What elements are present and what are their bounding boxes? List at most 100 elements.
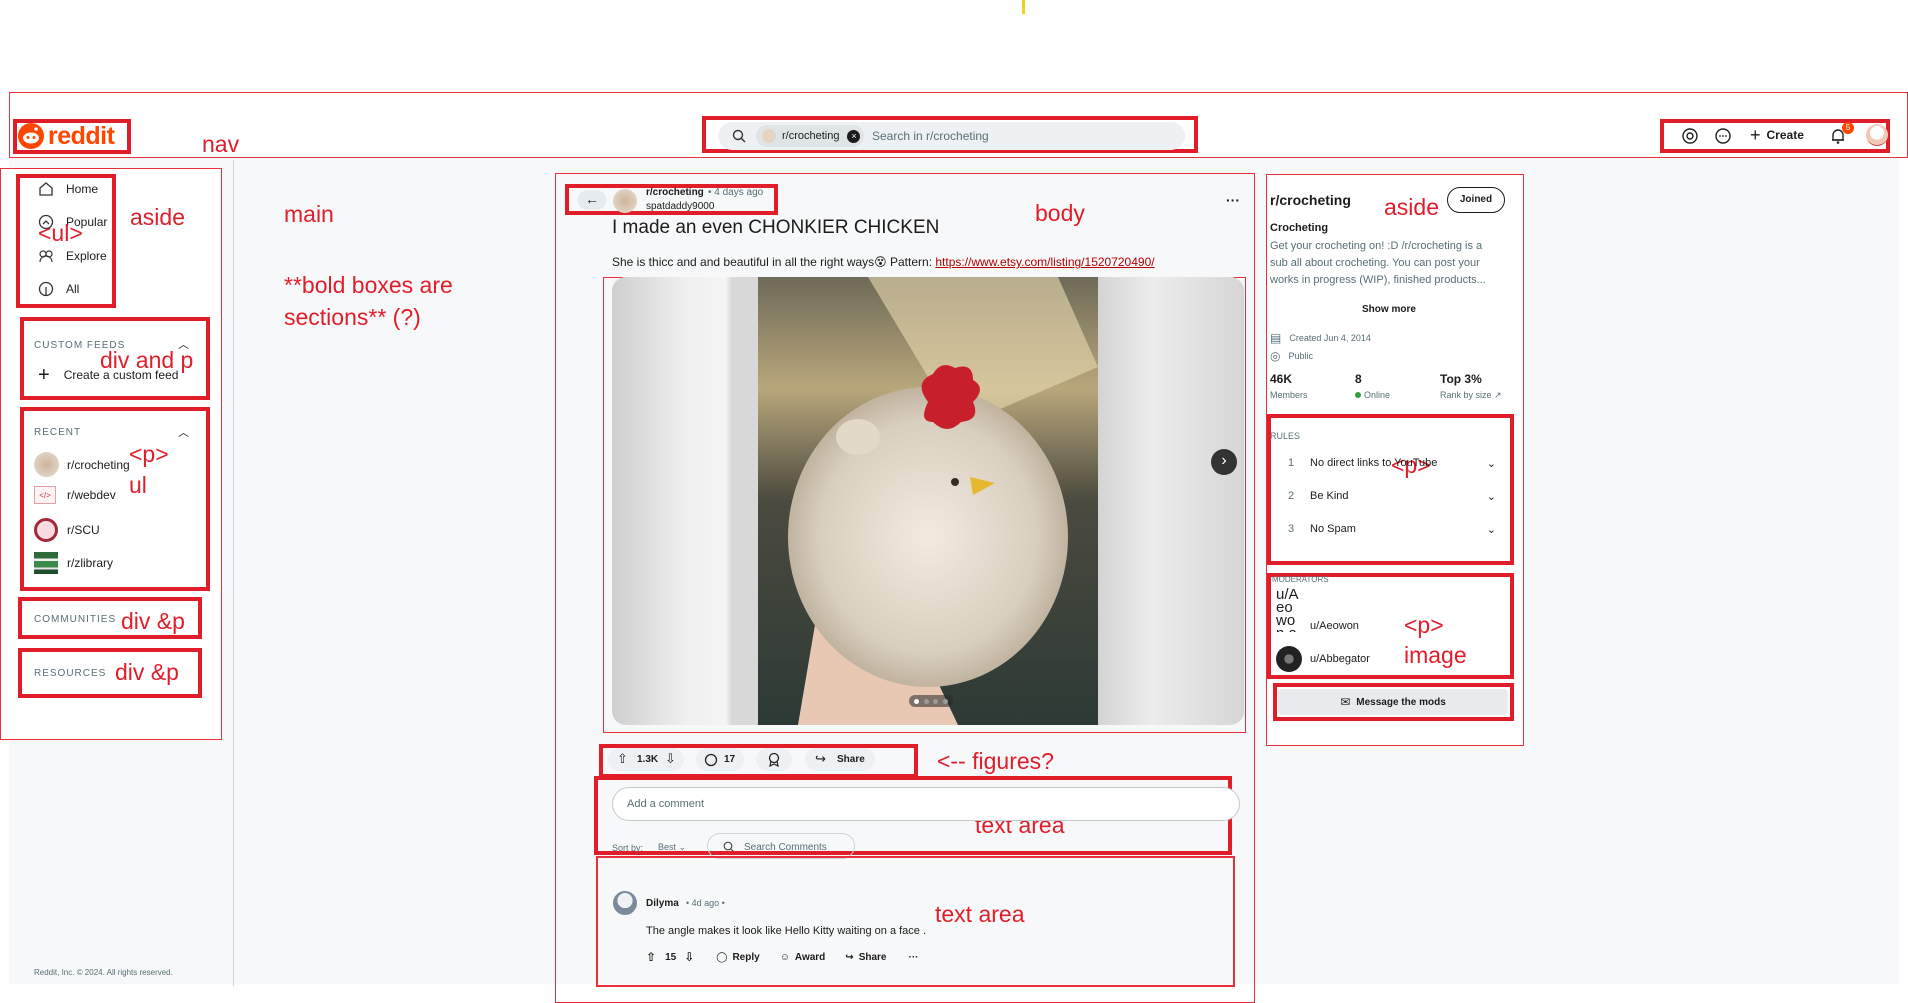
visibility-text: Public (1288, 351, 1313, 361)
post-image-right-blur (1090, 277, 1244, 725)
carousel-dot[interactable] (923, 698, 929, 704)
rule-number: 2 (1288, 490, 1295, 502)
comment-avatar (613, 891, 637, 915)
carousel-dot[interactable] (913, 698, 919, 704)
recent-item-crocheting[interactable]: r/crocheting (34, 452, 130, 477)
chat-icon[interactable] (1714, 127, 1732, 145)
comment-share-label[interactable]: Share (859, 952, 887, 963)
sidebar-community-name[interactable]: r/crocheting (1270, 192, 1351, 208)
nav-item-all-label: All (66, 282, 80, 296)
post-author[interactable]: spatdaddy9000 (646, 201, 714, 212)
comment-reply-label[interactable]: Reply (732, 952, 759, 963)
nav-item-all[interactable]: All (38, 281, 79, 297)
carousel-dots[interactable] (909, 695, 953, 707)
rule-text: No Spam (1310, 523, 1356, 535)
comment-award-icon[interactable]: ☺ (780, 952, 790, 963)
moderator-name[interactable]: u/Aeowon (1310, 620, 1359, 632)
cake-icon: ▤ (1270, 331, 1282, 345)
search-chip[interactable]: r/crocheting × (756, 125, 865, 147)
sort-value: Best (658, 842, 677, 852)
moderators-heading: MODERATORS (1272, 575, 1329, 584)
post-pattern-link[interactable]: https://www.etsy.com/listing/1520720490/ (935, 255, 1154, 269)
comment-reply-icon[interactable]: ◯ (716, 952, 727, 963)
resources-heading[interactable]: RESOURCES (34, 668, 106, 679)
chevron-down-icon: ⌄ (678, 842, 687, 852)
comment-more-button[interactable]: ··· (908, 952, 918, 963)
comment-upvote-icon[interactable]: ⇧ (646, 950, 656, 964)
comment-text: The angle makes it look like Hello Kitty… (646, 925, 927, 937)
post-image-carousel[interactable]: › (612, 277, 1244, 725)
plus-icon: + (1750, 125, 1761, 145)
rule-item[interactable]: 2 Be Kind ⌄ (1288, 490, 1496, 503)
annotation-bold-note-1: **bold boxes are (284, 272, 453, 298)
annotation-nav: nav (202, 131, 240, 157)
rule-number: 1 (1288, 457, 1295, 469)
post-time: • 4 days ago (708, 187, 764, 198)
recent-item-zlibrary[interactable]: r/zlibrary (34, 552, 113, 574)
webdev-icon: </> (34, 486, 56, 504)
stat-online-value: 8 (1355, 372, 1362, 386)
post-comment-count: 17 (724, 754, 736, 765)
carousel-dot[interactable] (933, 698, 939, 704)
moderator-name[interactable]: u/Abbegator (1310, 653, 1370, 665)
comment-award-label[interactable]: Award (795, 952, 825, 963)
recent-collapse-icon[interactable]: ︿ (178, 424, 189, 440)
chip-close-icon[interactable]: × (847, 129, 861, 143)
user-avatar[interactable] (1866, 124, 1888, 146)
post-title: I made an even CHONKIER CHICKEN (612, 217, 940, 238)
annotation-ul-recent: ul (129, 472, 147, 498)
comment-outline-thin (596, 856, 1235, 987)
comment-author[interactable]: Dilyma (646, 898, 679, 909)
rule-item[interactable]: 3 No Spam ⌄ (1288, 523, 1496, 536)
downvote-icon[interactable]: ⇩ (665, 751, 676, 767)
recent-item-scu[interactable]: r/SCU (34, 518, 100, 542)
comment-share-icon[interactable]: ↪ (845, 952, 853, 963)
comment-input[interactable]: Add a comment (612, 787, 1240, 821)
moderators-outline (1267, 573, 1514, 679)
nav-item-explore[interactable]: Explore (38, 248, 107, 264)
nav-item-home[interactable]: Home (38, 181, 98, 197)
annotation-aside-left: aside (130, 204, 185, 230)
comment-icon (704, 753, 718, 767)
post-photo-crochet-chicken (758, 277, 1098, 725)
search-input[interactable]: r/crocheting × Search in r/crocheting (718, 122, 1185, 150)
reddit-logo[interactable]: reddit (18, 121, 115, 150)
post-body-text: She is thicc and and beautiful in all th… (612, 255, 1155, 269)
moderator-avatar (1276, 646, 1302, 672)
recent-item-webdev[interactable]: </> r/webdev (34, 486, 116, 504)
joined-button[interactable]: Joined (1447, 187, 1505, 213)
back-button[interactable]: ← (578, 190, 606, 210)
created-text: Created Jun 4, 2014 (1289, 333, 1371, 343)
award-button[interactable] (756, 748, 792, 771)
rule-text: No direct links to YouTube (1310, 457, 1438, 469)
chevron-down-icon: ⌄ (1486, 491, 1496, 503)
sort-dropdown[interactable]: Best ⌄ (658, 842, 686, 853)
annotation-ul: <ul> (38, 220, 83, 246)
share-button[interactable]: ↪ Share (805, 748, 875, 771)
all-icon (38, 281, 54, 297)
create-custom-feed[interactable]: + Create a custom feed (38, 365, 178, 385)
comment-downvote-icon[interactable]: ⇩ (684, 950, 694, 964)
rule-item[interactable]: 1 No direct links to YouTube ⌄ (1288, 457, 1496, 470)
external-link-icon[interactable]: ↗ (1494, 390, 1502, 400)
sort-label: Sort by: (612, 843, 644, 853)
annotation-image-mods: image (1404, 642, 1467, 668)
show-more-button[interactable]: Show more (1362, 304, 1416, 315)
carousel-next-button[interactable]: › (1211, 449, 1237, 475)
post-vote-count: 1.3K (637, 754, 659, 765)
post-more-button[interactable]: ··· (1226, 192, 1240, 208)
advertise-icon[interactable] (1681, 127, 1699, 145)
communities-heading[interactable]: COMMUNITIES (34, 614, 116, 625)
annotation-p-mods: <p> (1404, 612, 1444, 638)
create-label: Create (1766, 128, 1804, 142)
sidebar-description: Get your crocheting on! :D /r/crocheting… (1270, 240, 1486, 286)
comments-button[interactable]: 17 (696, 748, 744, 771)
message-mods-button[interactable]: ✉ Message the mods (1278, 689, 1508, 715)
logo-text: reddit (48, 121, 115, 150)
upvote-icon[interactable]: ⇧ (617, 751, 628, 767)
post-subreddit[interactable]: r/crocheting (646, 187, 704, 198)
create-button[interactable]: + Create (1750, 125, 1804, 145)
carousel-dot[interactable] (943, 698, 949, 704)
online-dot (1355, 392, 1361, 398)
recent-heading: RECENT (34, 427, 82, 438)
